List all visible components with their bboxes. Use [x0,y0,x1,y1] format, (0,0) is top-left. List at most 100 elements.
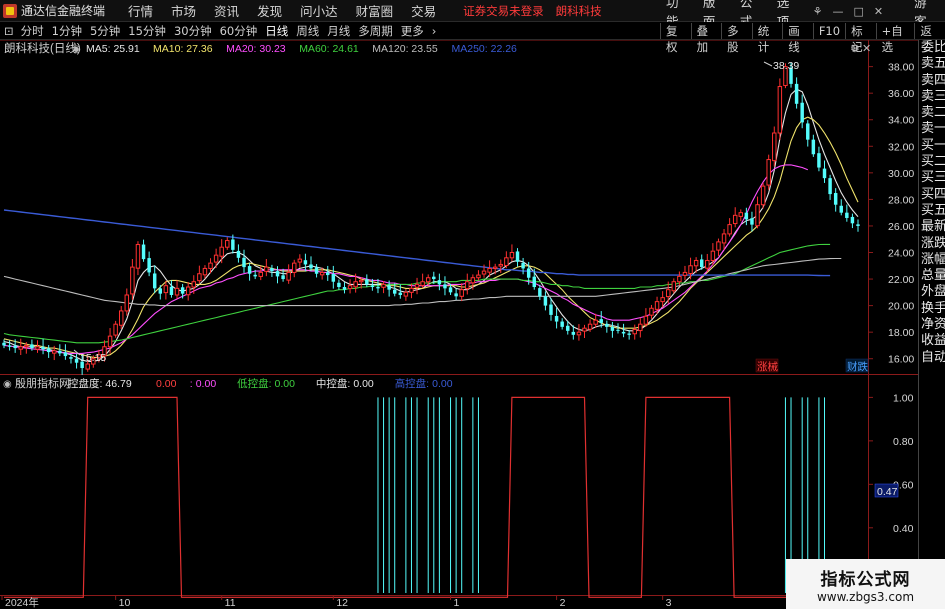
maximize-icon[interactable]: □ [849,5,869,18]
candle-body-up [660,297,665,303]
period-daily[interactable]: 日线 [261,23,292,39]
quote-side-panel: 委比 卖五 卖四 卖三 卖二 卖一 买一 买二 买三 买四 买五 最新 涨跌 涨幅 总量 外盘 换手 净资 收益 自动 [918,40,945,609]
candle-body-down [856,224,860,226]
period-60min[interactable]: 60分钟 [216,23,262,39]
side-item-3[interactable]: 卖三 [919,89,945,105]
btn-diejia[interactable]: 叠加 [690,23,722,54]
skin-icon[interactable]: ⚘ [808,5,828,18]
candle-body-down [7,345,12,347]
x-axis: 2024年 10 11 12 1 2 3 [1,595,672,609]
menu-hangqing[interactable]: 行情 [119,1,162,20]
indicator-toggle-icon[interactable]: ◉ [3,379,12,390]
btn-duogu[interactable]: 多股 [721,23,752,54]
candle-body-up [587,323,593,330]
period-monthly[interactable]: 月线 [323,23,354,39]
candle-body-up [319,271,325,276]
side-item-5[interactable]: 卖一 [919,121,945,137]
menu-shichang[interactable]: 市场 [162,1,205,20]
candle-body-up [85,363,90,370]
candle-body-up [297,258,303,263]
btn-huaxian[interactable]: 画线 [782,23,813,54]
ma-legend-name: MA120 [372,43,405,55]
candle-body-down [337,282,341,288]
period-1min[interactable]: 1分钟 [48,23,86,39]
side-item-11[interactable]: 最新 [919,219,945,235]
candle-body-down [822,168,827,179]
side-item-1[interactable]: 卖五 [919,56,945,72]
panel-settings-icon[interactable]: ⚙ [850,42,860,55]
indicator-legend-item: 0.00 [156,378,177,390]
candle-body-up [705,259,710,269]
side-item-13[interactable]: 涨幅 [919,252,945,268]
menu-zixun[interactable]: 资讯 [205,1,248,20]
minimize-icon[interactable]: — [828,5,849,18]
menu-faxian[interactable]: 发现 [248,1,291,20]
menu-caifuquan[interactable]: 财富圈 [347,1,403,20]
btn-biaoji[interactable]: 标记 [845,23,876,54]
btn-tongji[interactable]: 统计 [751,23,783,54]
toolbar-right: 复权 叠加 多股 统计 画线 F10 标记 +自选 返回 [660,22,945,54]
candle-body-up [52,350,57,354]
event-tag-down[interactable]: 财跌 [847,360,868,373]
candle-body-up [174,287,180,296]
ma-legend-name: MA10 [153,43,181,55]
x-tick-label: 3 [666,597,672,609]
side-item-16[interactable]: 换手 [919,301,945,317]
indicator-legend-label: 低控盘: [237,377,271,390]
candle-body-down [342,287,347,290]
candle-body-down [303,260,308,265]
ma-legend-ma60: MA60: 24.61 [299,43,359,55]
side-item-18[interactable]: 收益 [919,333,945,349]
ma-legend-ma20: MA20: 30.23 [226,43,286,55]
toolbar-back-icon[interactable]: ⊡ [0,24,17,38]
period-multi[interactable]: 多周期 [354,23,397,39]
indicator-legend-value: 0.00 [196,378,217,390]
more-chevron-icon[interactable]: › [428,24,441,38]
candle-body-up [163,285,169,294]
login-status[interactable]: 证券交易未登录 [463,3,544,19]
side-item-7[interactable]: 买二 [919,154,945,170]
btn-f10[interactable]: F10 [812,23,845,39]
menu-wenxiaoda[interactable]: 问小达 [291,1,347,20]
candle-body-up [420,281,425,286]
side-item-14[interactable]: 总量 [919,268,945,284]
event-tag-up[interactable]: 涨械 [757,360,778,373]
candle-body-up [777,86,783,134]
period-more[interactable]: 更多 [397,23,428,39]
side-item-4[interactable]: 卖二 [919,105,945,121]
period-30min[interactable]: 30分钟 [170,23,216,39]
candle-body-down [627,333,631,335]
side-item-10[interactable]: 买五 [919,203,945,219]
period-fenshi[interactable]: 分时 [17,23,48,39]
side-item-8[interactable]: 买三 [919,170,945,186]
candle-body-down [744,212,749,220]
side-item-17[interactable]: 净资 [919,317,945,333]
indicator-legend-item: 高控盘: 0.00 [395,377,453,390]
price-tick-label: 34.00 [888,115,914,127]
side-item-0[interactable]: 委比 [919,40,945,56]
side-item-2[interactable]: 卖四 [919,73,945,89]
side-item-6[interactable]: 买一 [919,138,945,154]
period-15min[interactable]: 15分钟 [124,23,170,39]
candle-body-up [738,212,744,217]
close-icon[interactable]: ✕ [869,5,888,18]
panel-close-icon[interactable]: ✕ [862,42,871,55]
kline-chart[interactable]: 38.0036.0034.0032.0030.0028.0026.0024.00… [0,40,918,609]
candle-body-up [465,281,470,290]
side-item-12[interactable]: 涨跌 [919,236,945,252]
candle-body-down [231,239,235,250]
candle-body-down [46,348,51,353]
btn-fanhui[interactable]: 返回 [914,23,945,54]
candle-body-down [398,292,403,295]
indicator-legend-item: 低控盘: 0.00 [237,377,295,390]
side-item-9[interactable]: 买四 [919,187,945,203]
period-5min[interactable]: 5分钟 [86,23,124,39]
side-item-15[interactable]: 外盘 [919,284,945,300]
btn-zixuan[interactable]: +自选 [875,23,915,54]
legend-toggle-icon[interactable]: ◉ [72,44,81,55]
period-weekly[interactable]: 周线 [292,23,323,39]
menu-jiaoyi[interactable]: 交易 [402,1,445,20]
side-item-19[interactable]: 自动 [919,350,945,366]
btn-fuquan[interactable]: 复权 [660,23,691,54]
indicator-plot [4,396,858,598]
